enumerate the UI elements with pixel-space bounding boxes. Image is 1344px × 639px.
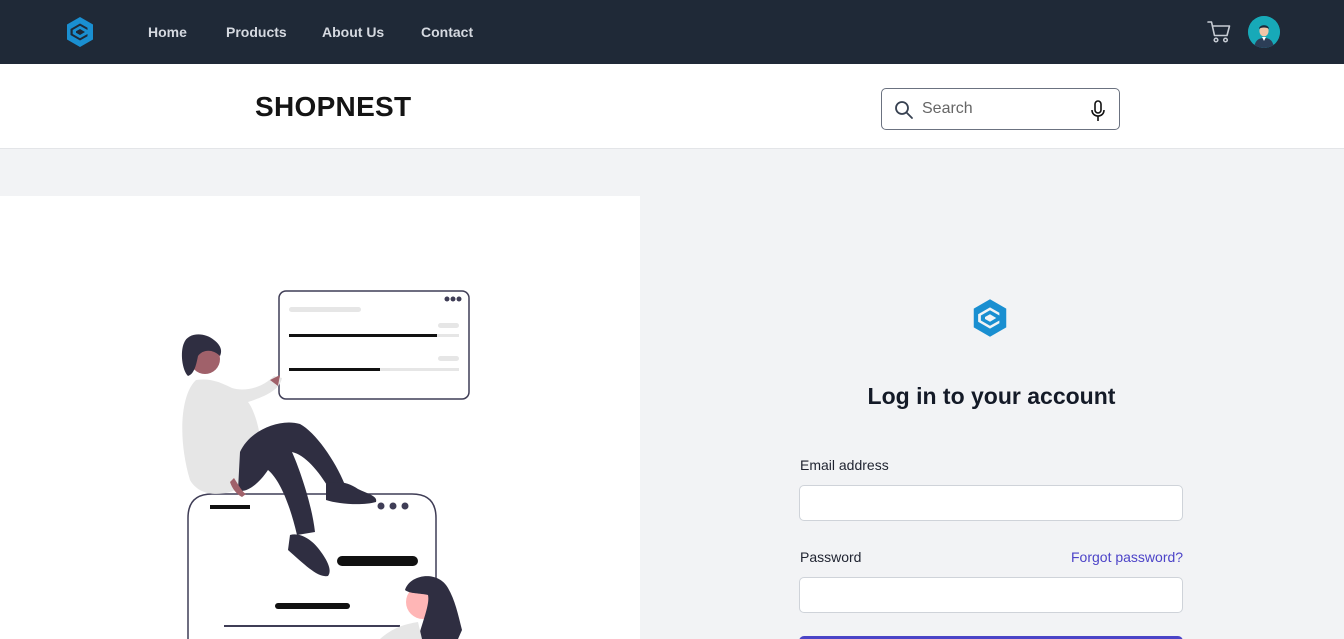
store-brand-title: SHOPNEST <box>255 91 412 122</box>
login-title: Log in to your account <box>867 383 1116 409</box>
nav-link-contact[interactable]: Contact <box>421 23 473 41</box>
login-illustration <box>181 290 470 639</box>
password-field[interactable] <box>799 577 1183 613</box>
illustration-panel <box>0 196 640 639</box>
store-header: SHOPNEST <box>0 64 1344 149</box>
email-label: Email address <box>800 457 889 473</box>
brand-logo-icon[interactable] <box>64 16 96 48</box>
top-navbar: Home Products About Us Contact <box>0 0 1344 64</box>
search-box[interactable] <box>881 88 1120 130</box>
email-field[interactable] <box>799 485 1183 521</box>
password-label: Password <box>800 549 862 565</box>
search-input[interactable] <box>922 97 1082 121</box>
nav-link-products[interactable]: Products <box>226 23 287 41</box>
nav-link-about-us[interactable]: About Us <box>322 23 384 41</box>
shopping-cart-icon[interactable] <box>1207 20 1232 44</box>
microphone-icon[interactable] <box>1089 100 1107 122</box>
user-avatar[interactable] <box>1248 16 1280 48</box>
search-icon <box>895 101 913 119</box>
nav-link-home[interactable]: Home <box>148 23 187 41</box>
forgot-password-link[interactable]: Forgot password? <box>1071 548 1183 566</box>
avatar-person-icon <box>1248 16 1280 48</box>
login-logo-icon <box>973 299 1007 337</box>
